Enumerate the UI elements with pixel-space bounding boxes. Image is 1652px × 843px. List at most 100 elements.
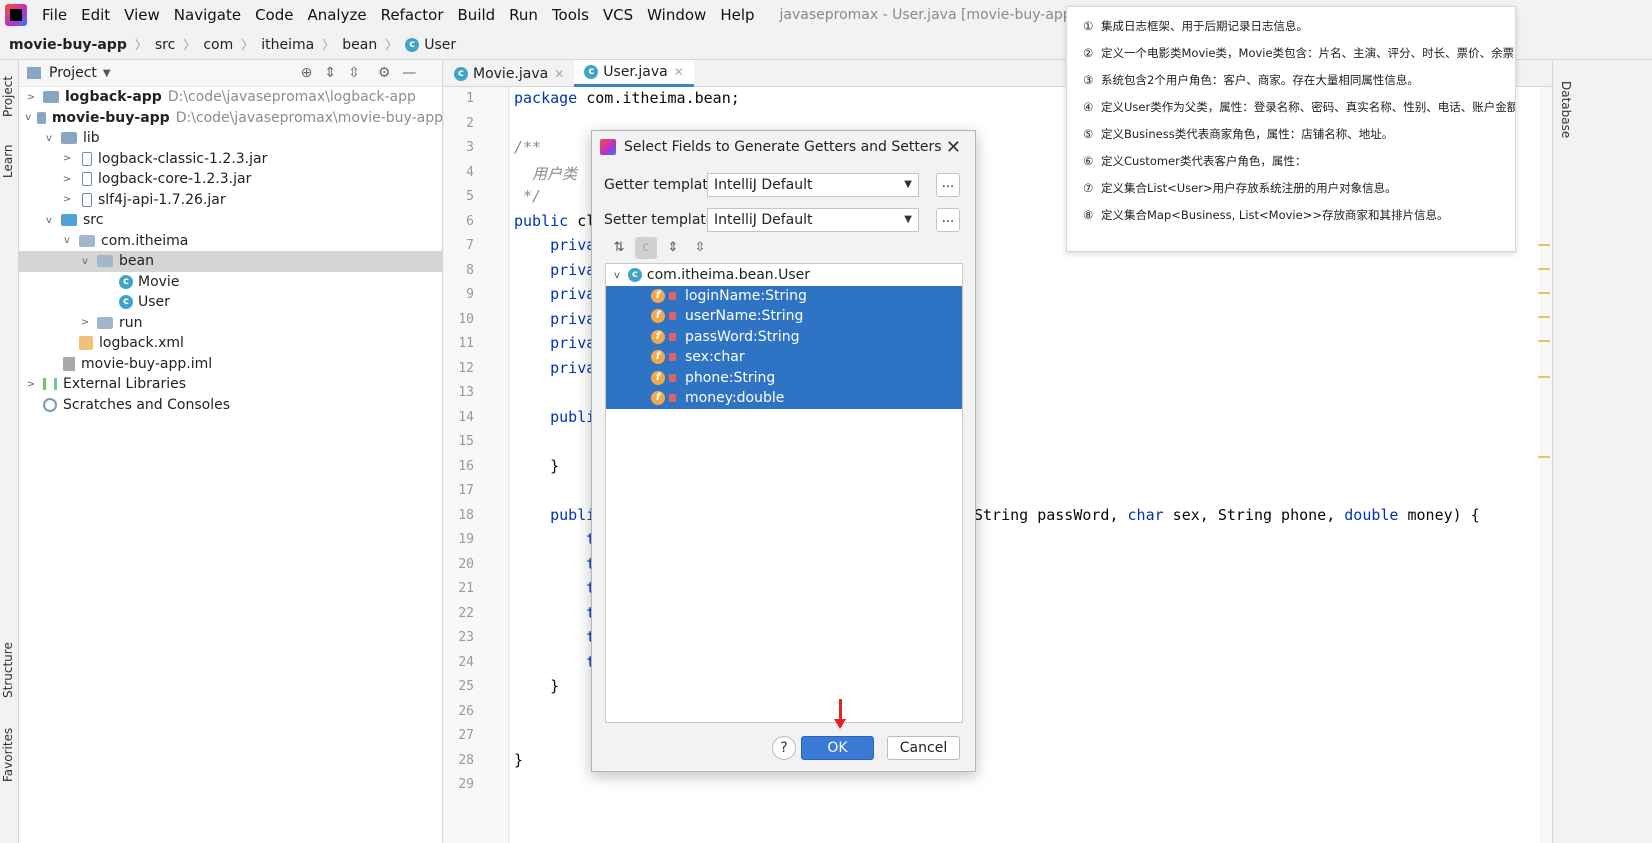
crumb-com[interactable]: com: [203, 37, 233, 53]
chevron-right-icon[interactable]: >: [25, 379, 37, 390]
tool-tab-project[interactable]: Project: [1, 66, 18, 126]
warning-marker[interactable]: [1538, 292, 1550, 294]
field-row[interactable]: f loginName:String: [606, 285, 962, 306]
field-row[interactable]: f phone:String: [606, 367, 962, 388]
tree-label: Scratches and Consoles: [63, 396, 230, 413]
menu-window[interactable]: Window: [640, 0, 713, 30]
tool-tab-structure[interactable]: Structure: [1, 635, 18, 705]
tree-item-jar[interactable]: > logback-core-1.2.3.jar: [19, 169, 443, 190]
warning-marker[interactable]: [1538, 316, 1550, 318]
close-icon[interactable]: ✕: [946, 137, 961, 158]
menu-tools[interactable]: Tools: [545, 0, 596, 30]
chevron-right-icon[interactable]: >: [79, 317, 91, 328]
crumb-user[interactable]: User: [424, 37, 456, 53]
tool-tab-learn[interactable]: Learn: [1, 136, 18, 186]
menu-refactor[interactable]: Refactor: [374, 0, 451, 30]
warning-marker[interactable]: [1538, 456, 1550, 458]
crumb-src[interactable]: src: [155, 37, 175, 53]
scratches-icon: [43, 397, 57, 412]
code-token: priva: [514, 285, 596, 303]
chevron-down-icon[interactable]: v: [61, 235, 73, 246]
editor-scrollbar[interactable]: [1540, 87, 1552, 843]
menu-vcs[interactable]: VCS: [596, 0, 640, 30]
chevron-down-icon[interactable]: v: [43, 133, 55, 144]
tree-item-movie[interactable]: c Movie: [19, 272, 443, 293]
tree-item-bean[interactable]: v bean: [19, 251, 443, 272]
chevron-right-icon[interactable]: >: [61, 174, 73, 185]
setter-template-edit-button[interactable]: ...: [936, 208, 960, 232]
chevron-down-icon[interactable]: ▼: [103, 68, 111, 79]
tree-item-logback-app[interactable]: > logback-app D:\code\javasepromax\logba…: [19, 87, 443, 108]
tool-tab-favorites[interactable]: Favorites: [1, 720, 18, 790]
tree-item-jar[interactable]: > logback-classic-1.2.3.jar: [19, 149, 443, 170]
tree-item-run[interactable]: > run: [19, 313, 443, 334]
chevron-down-icon[interactable]: v: [25, 112, 31, 123]
menu-edit[interactable]: Edit: [74, 0, 117, 30]
warning-marker[interactable]: [1538, 244, 1550, 246]
menu-analyze[interactable]: Analyze: [300, 0, 373, 30]
getter-template-edit-button[interactable]: ...: [936, 173, 960, 197]
tree-item-jar[interactable]: > slf4j-api-1.7.26.jar: [19, 190, 443, 211]
chevron-down-icon[interactable]: v: [79, 256, 91, 267]
help-button[interactable]: ?: [772, 736, 796, 760]
getter-template-label: Getter template:: [604, 177, 722, 193]
class-node[interactable]: v c com.itheima.bean.User: [606, 265, 962, 286]
tree-item-src[interactable]: v src: [19, 210, 443, 231]
tree-item-iml[interactable]: movie-buy-app.iml: [19, 354, 443, 375]
field-row[interactable]: f sex:char: [606, 347, 962, 368]
tree-item-external-libraries[interactable]: > External Libraries: [19, 374, 443, 395]
expand-all-icon[interactable]: ⇕: [324, 65, 336, 81]
crumb-bean[interactable]: bean: [342, 37, 377, 53]
show-classes-icon[interactable]: c: [635, 237, 657, 259]
note-item: ② 定义一个电影类Movie类，Movie类包含：片名、主演、评分、时长、票价、余…: [1083, 40, 1515, 67]
minimize-icon[interactable]: —: [402, 65, 416, 81]
close-icon[interactable]: ✕: [554, 67, 564, 81]
ok-button[interactable]: OK: [801, 736, 874, 760]
tool-tab-database[interactable]: Database: [1556, 70, 1573, 150]
gear-icon[interactable]: ⚙: [378, 65, 391, 81]
chevron-right-icon[interactable]: >: [61, 153, 73, 164]
expand-all-icon[interactable]: ⇕: [662, 237, 684, 259]
crumb-itheima[interactable]: itheima: [261, 37, 314, 53]
collapse-all-icon[interactable]: ⇳: [348, 65, 360, 81]
project-panel-title[interactable]: Project: [49, 65, 97, 81]
menu-code[interactable]: Code: [248, 0, 300, 30]
note-text: 系统包含2个用户角色：客户、商家。存在大量相同属性信息。: [1101, 73, 1419, 87]
menu-view[interactable]: View: [117, 0, 167, 30]
fields-tree[interactable]: v c com.itheima.bean.User f loginName:Str…: [605, 263, 963, 723]
project-panel-header: Project ▼ ⊕ ⇕ ⇳ ⚙ —: [19, 60, 442, 87]
tree-item-user[interactable]: c User: [19, 292, 443, 313]
tab-movie-java[interactable]: c Movie.java ✕: [444, 60, 574, 87]
tab-user-java[interactable]: c User.java ✕: [574, 60, 694, 87]
menu-navigate[interactable]: Navigate: [167, 0, 248, 30]
setter-template-select[interactable]: IntelliJ Default ▼: [707, 208, 919, 232]
menu-build[interactable]: Build: [451, 0, 503, 30]
tree-item-com-itheima[interactable]: v com.itheima: [19, 231, 443, 252]
chevron-down-icon[interactable]: v: [43, 215, 55, 226]
chevron-down-icon[interactable]: v: [614, 270, 620, 281]
lock-icon: [669, 291, 676, 300]
tree-item-lib[interactable]: v lib: [19, 128, 443, 149]
locate-icon[interactable]: ⊕: [301, 65, 313, 81]
field-row[interactable]: f userName:String: [606, 306, 962, 327]
getter-template-select[interactable]: IntelliJ Default ▼: [707, 173, 919, 197]
menu-help[interactable]: Help: [713, 0, 761, 30]
chevron-right-icon[interactable]: >: [25, 92, 37, 103]
menu-run[interactable]: Run: [502, 0, 545, 30]
warning-marker[interactable]: [1538, 268, 1550, 270]
close-icon[interactable]: ✕: [674, 65, 684, 79]
crumb-project[interactable]: movie-buy-app: [9, 37, 127, 53]
warning-marker[interactable]: [1538, 340, 1550, 342]
tree-item-logback-xml[interactable]: logback.xml: [19, 333, 443, 354]
chevron-right-icon[interactable]: >: [61, 194, 73, 205]
cancel-button[interactable]: Cancel: [887, 736, 960, 760]
sort-icon[interactable]: ⇅: [608, 237, 630, 259]
field-row[interactable]: f money:double: [606, 388, 962, 409]
field-row[interactable]: f passWord:String: [606, 326, 962, 347]
tree-item-movie-buy-app[interactable]: v movie-buy-app D:\code\javasepromax\mov…: [19, 108, 443, 129]
menu-file[interactable]: File: [35, 0, 74, 30]
warning-marker[interactable]: [1538, 376, 1550, 378]
collapse-all-icon[interactable]: ⇳: [689, 237, 711, 259]
tree-item-scratches[interactable]: Scratches and Consoles: [19, 395, 443, 416]
field-icon: f: [651, 288, 665, 303]
